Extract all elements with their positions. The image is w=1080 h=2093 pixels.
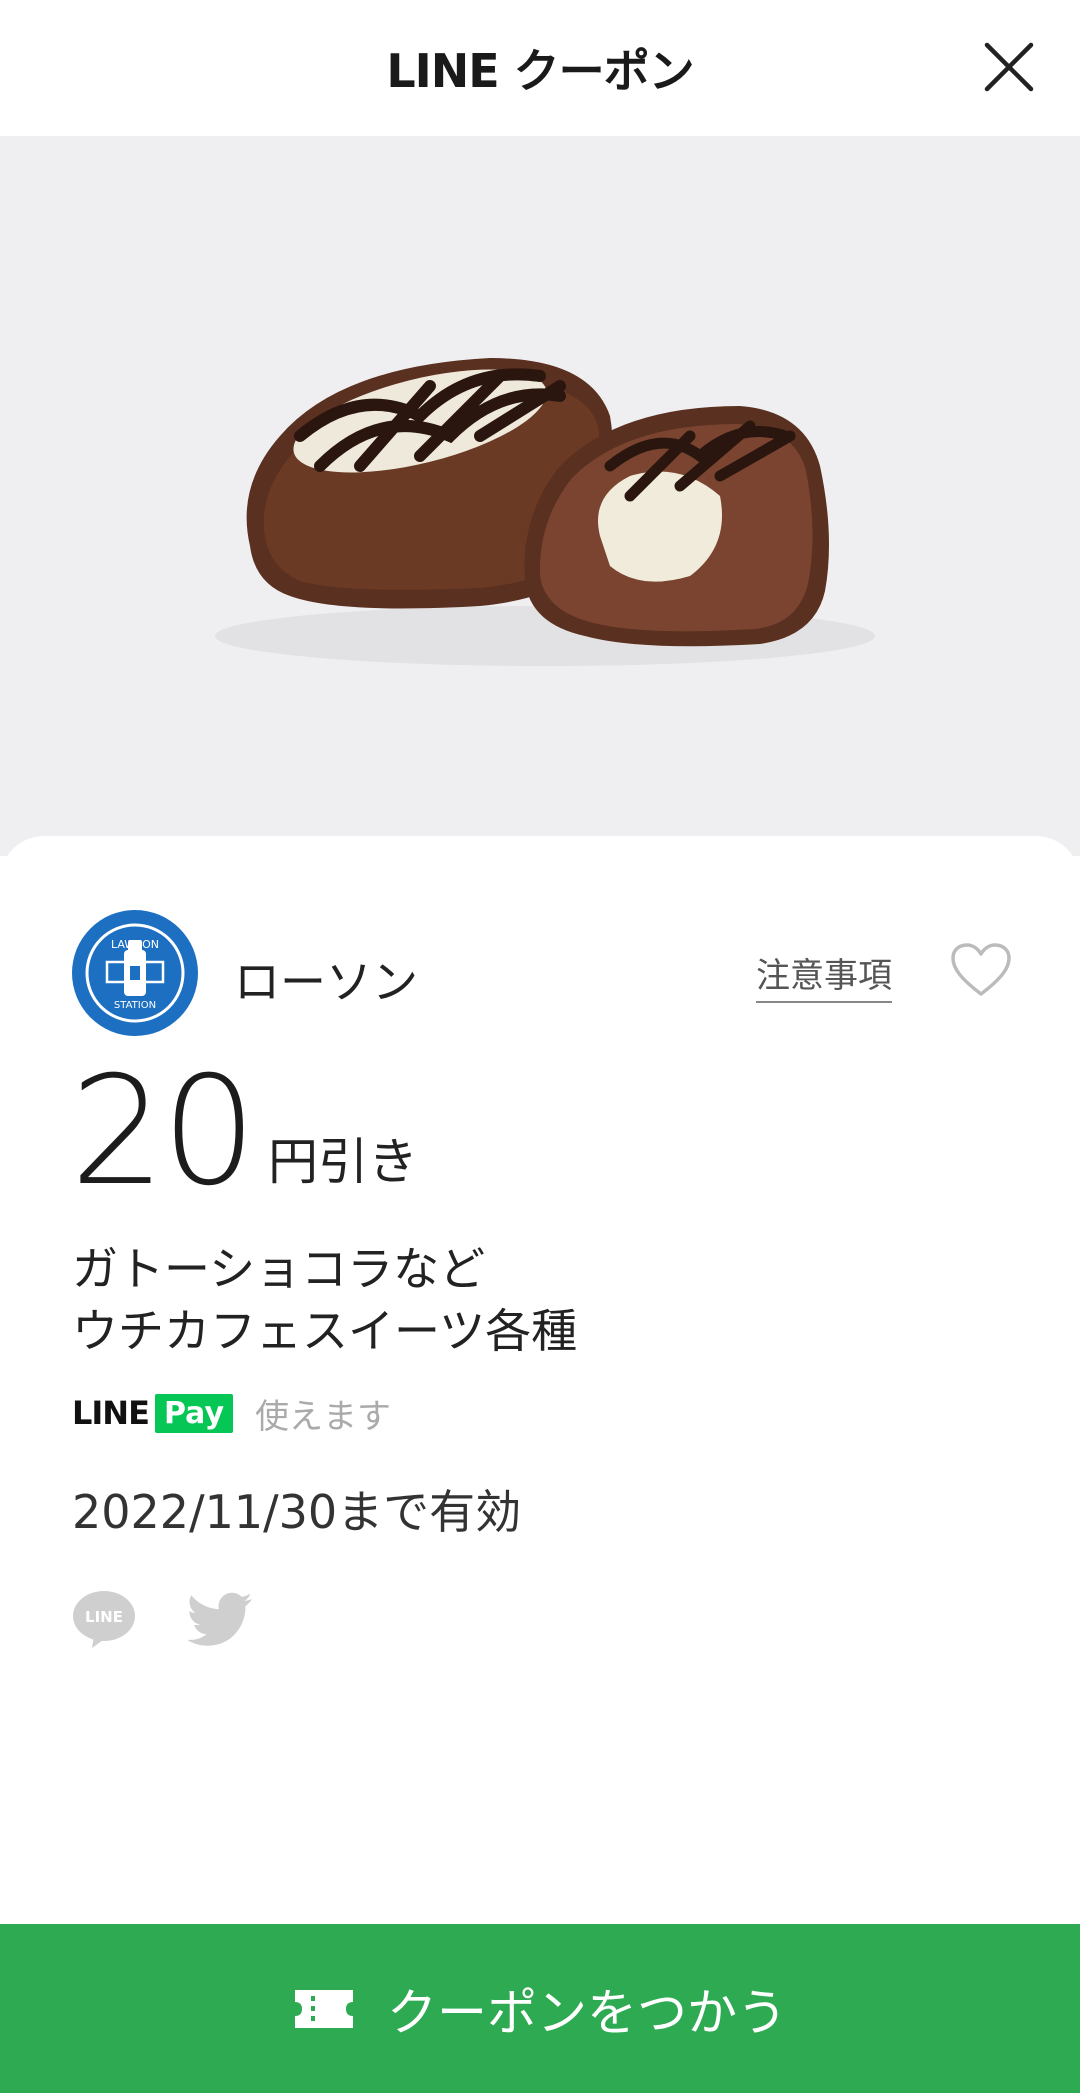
discount-unit: 円引き <box>268 1133 418 1191</box>
line-pay-row: LINE Pay 使えます <box>72 1390 391 1437</box>
gateau-chocolat-illustration <box>215 358 875 666</box>
line-share-icon[interactable]: LINE <box>72 1588 136 1650</box>
discount-amount: 20 <box>70 1045 257 1219</box>
ticket-icon <box>295 1989 353 2028</box>
close-icon[interactable] <box>980 38 1038 96</box>
heart-icon[interactable] <box>950 942 1012 998</box>
header-title: LINE クーポン <box>386 44 694 98</box>
notes-link[interactable]: 注意事項 <box>756 948 892 1003</box>
twitter-icon[interactable] <box>188 1592 254 1650</box>
lawson-logo: LAWSON STATION <box>72 910 198 1036</box>
store-row: LAWSON STATION ローソン 注意事項 <box>72 910 1012 1036</box>
coupon-card: LAWSON STATION ローソン 注意事項 20 円引き ガトーショコラな… <box>0 836 1080 1926</box>
product-image <box>0 136 1080 856</box>
coupon-description: ガトーショコラなど ウチカフェスイーツ各種 <box>72 1238 972 1362</box>
description-line-2: ウチカフェスイーツ各種 <box>72 1304 578 1358</box>
line-pay-logo-text: LINE <box>72 1394 150 1432</box>
use-coupon-button[interactable]: クーポンをつかう <box>0 1924 1080 2093</box>
line-share-label: LINE <box>85 1608 123 1626</box>
line-pay-badge: Pay <box>154 1393 233 1433</box>
valid-until: 2022/11/30まで有効 <box>72 1485 522 1539</box>
app-header: LINE クーポン <box>0 0 1080 136</box>
logo-text-top: LAWSON <box>111 938 159 951</box>
store-name: ローソン <box>234 955 418 1009</box>
description-line-1: ガトーショコラなど <box>72 1242 486 1296</box>
logo-text-bottom: STATION <box>114 1000 156 1011</box>
line-pay-usable: 使えます <box>255 1396 391 1437</box>
use-coupon-label: クーポンをつかう <box>387 1983 787 2042</box>
